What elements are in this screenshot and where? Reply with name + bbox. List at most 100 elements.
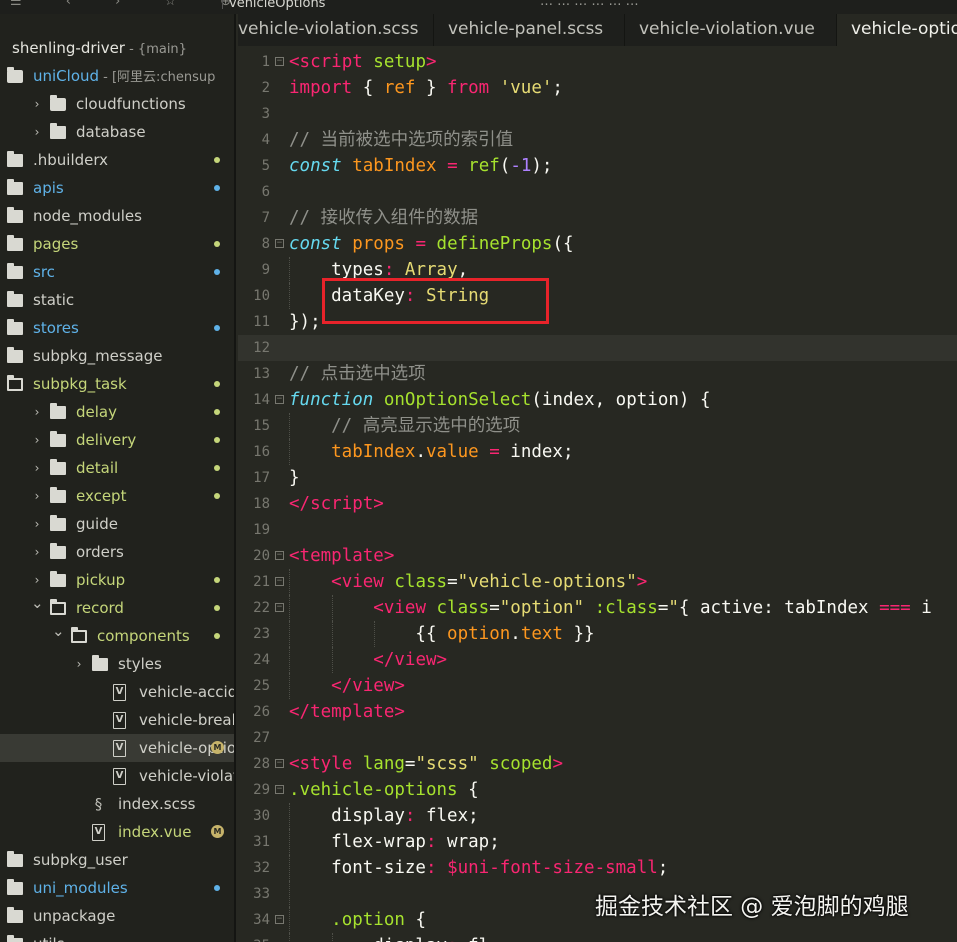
- code-token: tabIndex: [289, 442, 416, 462]
- tree-item[interactable]: uni_modules: [0, 874, 234, 902]
- editor-tab[interactable]: vehicle-violation.vue: [625, 14, 837, 46]
- code-token: ": [668, 598, 679, 618]
- code-line[interactable]: 31 flex-wrap: wrap;: [238, 829, 957, 855]
- tree-item[interactable]: › database: [0, 118, 234, 146]
- code-token: .: [510, 624, 521, 644]
- tree-item[interactable]: › delay: [0, 398, 234, 426]
- chevron-right-icon[interactable]: ›: [31, 482, 43, 510]
- tree-item[interactable]: › orders: [0, 538, 234, 566]
- code-line[interactable]: 25 </view>: [238, 673, 957, 699]
- toolbar-menu-fragment[interactable]: … … … … … …: [540, 0, 639, 9]
- code-line[interactable]: 24 </view>: [238, 647, 957, 673]
- tree-item[interactable]: Vindex.vue M: [0, 818, 234, 846]
- tree-item[interactable]: subpkg_task: [0, 370, 234, 398]
- chevron-right-icon[interactable]: ›: [73, 650, 85, 678]
- code-line[interactable]: 21− <view class="vehicle-options">: [238, 569, 957, 595]
- code-line[interactable]: 3: [238, 101, 957, 127]
- code-line[interactable]: 2 import { ref } from 'vue';: [238, 75, 957, 101]
- chevron-down-icon[interactable]: ⌄: [31, 589, 44, 617]
- tree-item[interactable]: › styles: [0, 650, 234, 678]
- code-line[interactable]: 32 font-size: $uni-font-size-small;: [238, 855, 957, 881]
- folder-icon: [50, 431, 66, 447]
- tree-item[interactable]: § index.scss: [0, 790, 234, 818]
- code-line[interactable]: 26 </template>: [238, 699, 957, 725]
- chevron-right-icon[interactable]: ›: [31, 510, 43, 538]
- code-line[interactable]: 20− <template>: [238, 543, 957, 569]
- tree-item[interactable]: Vvehicle-acciden…: [0, 678, 234, 706]
- chevron-right-icon[interactable]: ›: [31, 538, 43, 566]
- code-line[interactable]: 23 {{ option.text }}: [238, 621, 957, 647]
- chevron-right-icon[interactable]: ›: [31, 426, 43, 454]
- chevron-right-icon[interactable]: ›: [31, 454, 43, 482]
- fold-toggle-icon[interactable]: −: [275, 239, 284, 248]
- code-line[interactable]: 19: [238, 517, 957, 543]
- tree-item[interactable]: stores: [0, 314, 234, 342]
- tree-item[interactable]: pages: [0, 230, 234, 258]
- code-token: <: [289, 754, 300, 774]
- tree-item[interactable]: static: [0, 286, 234, 314]
- tree-item[interactable]: subpkg_message: [0, 342, 234, 370]
- tree-item[interactable]: › delivery: [0, 426, 234, 454]
- code-editor[interactable]: 1− <script setup> 2 import { ref } from 'vu…: [238, 46, 957, 942]
- tree-item[interactable]: ⌄ record: [0, 594, 234, 622]
- code-line[interactable]: 12: [238, 335, 957, 361]
- tree-item[interactable]: Vvehicle-violatio…: [0, 762, 234, 790]
- code-line[interactable]: 22− <view class="option" :class="{ activ…: [238, 595, 957, 621]
- editor-tab[interactable]: vehicle-panel.scss: [434, 14, 625, 46]
- tree-item[interactable]: › detail: [0, 454, 234, 482]
- tree-item[interactable]: › guide: [0, 510, 234, 538]
- tree-item[interactable]: shenling-driver - {main}: [0, 34, 234, 62]
- tree-item[interactable]: Vvehicle-optio…M: [0, 734, 234, 762]
- tree-item[interactable]: node_modules: [0, 202, 234, 230]
- code-line[interactable]: 7 // 接收传入组件的数据: [238, 205, 957, 231]
- code-line[interactable]: 35 display: fl: [238, 933, 957, 942]
- code-token: ,: [457, 260, 469, 280]
- code-line[interactable]: 4 // 当前被选中选项的索引值: [238, 127, 957, 153]
- tree-item-label: detail: [76, 454, 118, 482]
- code-line[interactable]: 13 // 点击选中选项: [238, 361, 957, 387]
- fold-toggle-icon[interactable]: −: [275, 785, 284, 794]
- code-line[interactable]: 18 </script>: [238, 491, 957, 517]
- code-line[interactable]: 15 // 高亮显示选中的选项: [238, 413, 957, 439]
- tree-item[interactable]: Vvehicle-breakd…: [0, 706, 234, 734]
- code-line[interactable]: 8− const props = defineProps({: [238, 231, 957, 257]
- tree-item[interactable]: › cloudfunctions: [0, 90, 234, 118]
- fold-toggle-icon[interactable]: −: [275, 603, 284, 612]
- code-line[interactable]: 29− .vehicle-options {: [238, 777, 957, 803]
- code-line[interactable]: 28− <style lang="scss" scoped>: [238, 751, 957, 777]
- status-dot: [214, 465, 220, 471]
- fold-toggle-icon[interactable]: −: [275, 395, 284, 404]
- chevron-down-icon[interactable]: ⌄: [52, 617, 65, 645]
- code-line[interactable]: 6: [238, 179, 957, 205]
- fold-toggle-icon[interactable]: −: [275, 57, 284, 66]
- tree-item[interactable]: › except: [0, 482, 234, 510]
- code-line[interactable]: 1− <script setup>: [238, 49, 957, 75]
- tree-item[interactable]: utils: [0, 930, 234, 942]
- code-line[interactable]: 14− function onOptionSelect(index, option…: [238, 387, 957, 413]
- code-line[interactable]: 30 display: flex;: [238, 803, 957, 829]
- tree-item[interactable]: apis: [0, 174, 234, 202]
- fold-toggle-icon[interactable]: −: [275, 551, 284, 560]
- tree-item[interactable]: src: [0, 258, 234, 286]
- code-line[interactable]: 5 const tabIndex = ref(-1);: [238, 153, 957, 179]
- fold-toggle-icon[interactable]: −: [275, 915, 284, 924]
- folder-open-icon: [71, 627, 87, 643]
- tree-item[interactable]: ⌄uniCloud - [阿里云:chensup: [0, 62, 234, 90]
- editor-tab[interactable]: vehicle-violation.scss: [238, 14, 434, 46]
- editor-tab[interactable]: vehicle-optio: [837, 14, 957, 46]
- fold-toggle-icon[interactable]: −: [275, 577, 284, 586]
- tree-item[interactable]: unpackage: [0, 902, 234, 930]
- code-line[interactable]: 16 tabIndex.value = index;: [238, 439, 957, 465]
- chevron-right-icon[interactable]: ›: [31, 398, 43, 426]
- chevron-right-icon[interactable]: ›: [31, 90, 43, 118]
- code-line[interactable]: 17}: [238, 465, 957, 491]
- tree-item[interactable]: ⌄ components: [0, 622, 234, 650]
- project-explorer: shenling-driver - {main}⌄uniCloud - [阿里云…: [0, 14, 236, 942]
- chevron-right-icon[interactable]: ›: [31, 118, 43, 146]
- fold-toggle-icon[interactable]: −: [275, 759, 284, 768]
- code-line[interactable]: 27: [238, 725, 957, 751]
- toolbar-icons[interactable]: ☰ ‹ › ☆ ⊕: [10, 0, 251, 9]
- tree-item[interactable]: subpkg_user: [0, 846, 234, 874]
- tree-item[interactable]: .hbuilderx: [0, 146, 234, 174]
- tree-item-name: pages: [33, 235, 79, 253]
